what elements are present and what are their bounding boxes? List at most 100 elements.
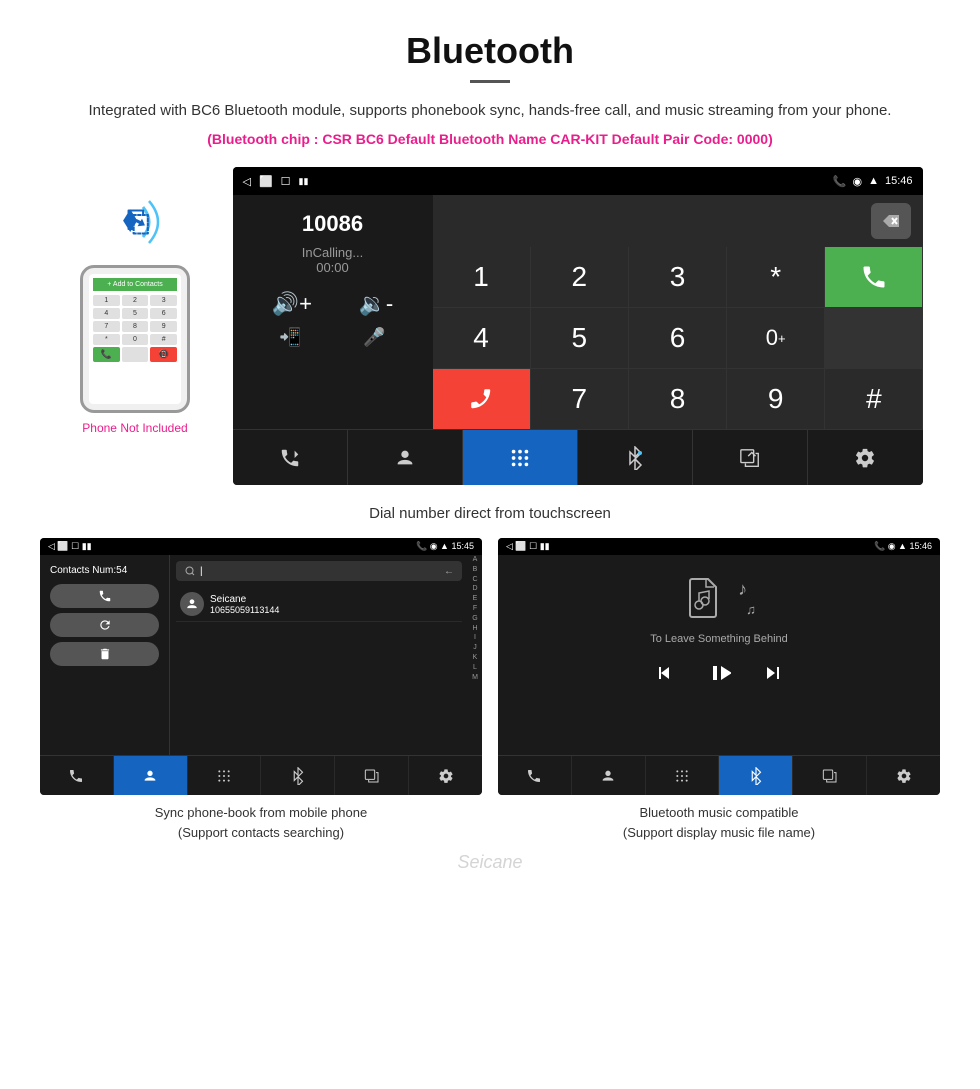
delete-action-btn[interactable] [50,642,159,666]
nav-contacts-btn[interactable] [348,430,463,485]
key-8[interactable]: 8 [629,369,726,429]
music-status-right: 📞 ◉ ▲ 15:46 [874,541,932,552]
backspace-btn[interactable] [871,203,911,239]
ms-settings-icon [896,768,912,784]
notification-icon: ▮▮ [299,176,309,187]
prev-btn[interactable] [653,661,677,691]
end-call-btn[interactable] [433,369,530,429]
ss-nav-contacts-btn[interactable] [114,756,188,795]
home-icon: ⬜ [259,175,273,188]
volume-controls-row: 🔊+ 🔉- [249,291,417,317]
music-icon-area: ♪ ♫ [682,575,756,621]
contacts-caption: Sync phone-book from mobile phone (Suppo… [155,795,367,842]
phone-key-5: 5 [122,308,149,319]
contacts-bottom-nav [40,755,482,795]
nav-dialpad-btn[interactable] [463,430,578,485]
key-4[interactable]: 4 [433,308,530,368]
contacts-caption-line2: (Support contacts searching) [155,823,367,843]
wifi-icon: ▲ [868,175,879,187]
bottom-screens: ◁ ⬜ ☐ ▮▮ 📞 ◉ ▲ 15:45 Contacts Num:54 [0,538,980,842]
ss-nav-bluetooth-btn[interactable] [261,756,335,795]
ms-transfer-icon [526,768,542,784]
phone-key-hash: # [150,334,177,345]
prev-icon [653,661,677,685]
ms-nav-transfer2-btn[interactable] [793,756,867,795]
key-hash[interactable]: # [825,369,922,429]
volume-down-btn[interactable]: 🔉- [359,291,394,317]
phone-action-btn[interactable] [50,584,159,608]
contact-info: Seicane 10655059113144 [210,594,279,615]
key-2[interactable]: 2 [531,247,628,307]
ms-nav-contacts-btn[interactable] [572,756,646,795]
ss-nav-transfer-btn[interactable] [40,756,114,795]
ms-nav-dialpad-btn[interactable] [646,756,720,795]
phone-not-included-label: Phone Not Included [82,421,187,435]
dialpad-nav-icon [509,447,531,469]
key-9[interactable]: 9 [727,369,824,429]
transfer2-nav-icon [739,447,761,469]
dial-number: 10086 [249,211,417,237]
status-bar-right: 📞 ◉ ▲ 15:46 [833,175,913,188]
contact-item: Seicane 10655059113144 [176,587,462,622]
phone-key-2: 2 [122,295,149,306]
nav-transfer2-btn[interactable] [693,430,808,485]
ms-nav-settings-btn[interactable] [867,756,940,795]
page-title: Bluetooth [20,30,960,72]
music-caption-line1: Bluetooth music compatible [623,803,815,823]
volume-up-btn[interactable]: 🔊+ [272,291,312,317]
music-note-2: ♫ [746,602,756,617]
contacts-caption-line1: Sync phone-book from mobile phone [155,803,367,823]
transfer-call-btn[interactable]: 📲 [279,327,301,348]
status-bar-left: ◁ ⬜ ☐ ▮▮ [243,175,309,188]
title-divider [470,80,510,83]
music-status-bar: ◁ ⬜ ☐ ▮▮ 📞 ◉ ▲ 15:46 [498,538,940,555]
back-icon: ◁ [243,175,251,188]
ss-nav-dialpad-btn[interactable] [188,756,262,795]
ss-nav-settings-btn[interactable] [409,756,482,795]
key-7[interactable]: 7 [531,369,628,429]
ms-nav-transfer-btn[interactable] [498,756,572,795]
nav-bluetooth-btn[interactable] [578,430,693,485]
call-btn[interactable] [825,247,922,307]
key-6[interactable]: 6 [629,308,726,368]
dial-body: 10086 InCalling... 00:00 🔊+ 🔉- 📲 🎤 [233,195,923,429]
number-display-row [433,195,923,247]
next-btn[interactable] [761,661,785,691]
ms-contacts-icon [600,768,616,784]
contacts-left: Contacts Num:54 [40,555,170,755]
music-caption-line2: (Support display music file name) [623,823,815,843]
phone-key-end: 📵 [150,347,177,362]
ss-nav-transfer2-btn[interactable] [335,756,409,795]
contacts-status-left: ◁ ⬜ ☐ ▮▮ [48,541,92,552]
refresh-action-btn[interactable] [50,613,159,637]
key-5[interactable]: 5 [531,308,628,368]
search-back-icon: ← [444,566,454,577]
nav-transfer-btn[interactable] [233,430,348,485]
nav-settings-btn[interactable] [808,430,922,485]
key-3[interactable]: 3 [629,247,726,307]
phone-key-4: 4 [93,308,120,319]
ms-transfer2-icon [822,768,838,784]
key-0plus[interactable]: 0+ [727,308,824,368]
phone-key-1: 1 [93,295,120,306]
key-1[interactable]: 1 [433,247,530,307]
recents-icon: ☐ [281,175,291,188]
search-cursor: | [200,566,203,577]
phone-screen-top: + Add to Contacts [93,278,177,291]
main-screen-caption: Dial number direct from touchscreen [0,495,980,538]
phone-key-9: 9 [150,321,177,332]
key-star[interactable]: * [727,247,824,307]
mute-btn[interactable]: 🎤 [363,327,385,348]
contacts-right: | ← Seicane 10655059113144 [170,555,468,755]
ms-bluetooth-icon [749,767,763,785]
search-icon [184,565,196,577]
music-song-title: To Leave Something Behind [650,633,788,645]
settings-nav-icon [854,447,876,469]
play-pause-btn[interactable] [707,661,731,691]
play-pause-icon [707,661,731,685]
music-notes-decoration: ♪ ♫ [738,579,756,617]
phone-key-blank [122,347,149,362]
ms-nav-bluetooth-btn[interactable] [719,756,793,795]
contacts-screen: ◁ ⬜ ☐ ▮▮ 📞 ◉ ▲ 15:45 Contacts Num:54 [40,538,482,795]
page-header: Bluetooth Integrated with BC6 Bluetooth … [0,0,980,157]
